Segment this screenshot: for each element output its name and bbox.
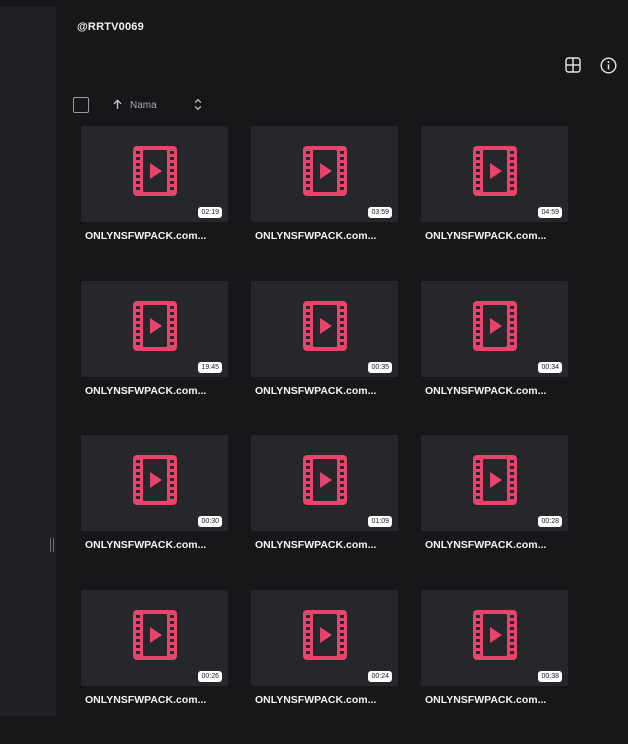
video-thumbnail[interactable]: 00:24	[251, 590, 398, 686]
film-play-icon	[133, 610, 177, 660]
duration-badge: 00:35	[368, 362, 392, 373]
sort-label[interactable]: Nama	[130, 100, 157, 111]
film-play-icon	[303, 610, 347, 660]
file-name: ONLYNSFWPACK.com...	[85, 385, 206, 397]
video-thumbnail[interactable]: 02:19	[81, 126, 228, 222]
film-play-icon	[133, 455, 177, 505]
sidebar-top-strip	[0, 0, 56, 6]
file-card[interactable]: 03:59 ONLYNSFWPACK.com...	[251, 126, 398, 281]
file-name: ONLYNSFWPACK.com...	[255, 539, 376, 551]
folder-title: @RRTV0069	[77, 21, 144, 33]
file-card[interactable]: 00:28 ONLYNSFWPACK.com...	[421, 435, 568, 590]
file-card[interactable]: 00:35 ONLYNSFWPACK.com...	[251, 281, 398, 436]
duration-badge: 01:09	[368, 516, 392, 527]
file-card[interactable]: 04:59 ONLYNSFWPACK.com...	[421, 126, 568, 281]
duration-badge: 03:59	[368, 207, 392, 218]
file-card[interactable]: 19:45 ONLYNSFWPACK.com...	[81, 281, 228, 436]
film-play-icon	[133, 146, 177, 196]
video-thumbnail[interactable]: 19:45	[81, 281, 228, 377]
film-play-icon	[473, 610, 517, 660]
file-name: ONLYNSFWPACK.com...	[425, 230, 546, 242]
duration-badge: 02:19	[198, 207, 222, 218]
file-name: ONLYNSFWPACK.com...	[85, 539, 206, 551]
chevron-up-down-icon[interactable]	[194, 98, 202, 111]
duration-badge: 00:24	[368, 671, 392, 682]
sidebar	[0, 0, 56, 716]
duration-badge: 00:30	[198, 516, 222, 527]
video-thumbnail[interactable]: 00:26	[81, 590, 228, 686]
file-card[interactable]: 00:24 ONLYNSFWPACK.com...	[251, 590, 398, 744]
sort-bar: Nama	[73, 97, 213, 115]
info-button[interactable]	[599, 56, 617, 74]
duration-badge: 00:26	[198, 671, 222, 682]
duration-badge: 19:45	[198, 362, 222, 373]
film-play-icon	[473, 455, 517, 505]
file-card[interactable]: 00:38 ONLYNSFWPACK.com...	[421, 590, 568, 744]
file-grid: 02:19 ONLYNSFWPACK.com...	[81, 126, 568, 744]
file-name: ONLYNSFWPACK.com...	[255, 230, 376, 242]
file-name: ONLYNSFWPACK.com...	[85, 230, 206, 242]
select-all-checkbox[interactable]	[73, 97, 89, 113]
file-card[interactable]: 00:30 ONLYNSFWPACK.com...	[81, 435, 228, 590]
info-icon	[600, 57, 617, 74]
video-thumbnail[interactable]: 00:38	[421, 590, 568, 686]
duration-badge: 00:28	[538, 516, 562, 527]
arrow-up-icon[interactable]	[113, 99, 122, 110]
film-play-icon	[473, 146, 517, 196]
file-name: ONLYNSFWPACK.com...	[425, 694, 546, 706]
file-name: ONLYNSFWPACK.com...	[255, 385, 376, 397]
file-name: ONLYNSFWPACK.com...	[425, 539, 546, 551]
file-name: ONLYNSFWPACK.com...	[425, 385, 546, 397]
video-thumbnail[interactable]: 01:09	[251, 435, 398, 531]
video-thumbnail[interactable]: 00:34	[421, 281, 568, 377]
file-name: ONLYNSFWPACK.com...	[255, 694, 376, 706]
film-play-icon	[303, 301, 347, 351]
film-play-icon	[133, 301, 177, 351]
film-play-icon	[303, 455, 347, 505]
file-card[interactable]: 02:19 ONLYNSFWPACK.com...	[81, 126, 228, 281]
film-play-icon	[473, 301, 517, 351]
sidebar-resize-handle[interactable]	[49, 538, 55, 552]
video-thumbnail[interactable]: 00:35	[251, 281, 398, 377]
film-play-icon	[303, 146, 347, 196]
video-thumbnail[interactable]: 00:28	[421, 435, 568, 531]
duration-badge: 00:34	[538, 362, 562, 373]
file-browser: @RRTV0069 Nama	[56, 0, 628, 716]
file-card[interactable]: 00:26 ONLYNSFWPACK.com...	[81, 590, 228, 744]
file-card[interactable]: 00:34 ONLYNSFWPACK.com...	[421, 281, 568, 436]
grid-view-icon	[565, 57, 581, 73]
grid-view-button[interactable]	[564, 56, 582, 74]
video-thumbnail[interactable]: 03:59	[251, 126, 398, 222]
file-card[interactable]: 01:09 ONLYNSFWPACK.com...	[251, 435, 398, 590]
video-thumbnail[interactable]: 04:59	[421, 126, 568, 222]
video-thumbnail[interactable]: 00:30	[81, 435, 228, 531]
file-name: ONLYNSFWPACK.com...	[85, 694, 206, 706]
duration-badge: 04:59	[538, 207, 562, 218]
duration-badge: 00:38	[538, 671, 562, 682]
